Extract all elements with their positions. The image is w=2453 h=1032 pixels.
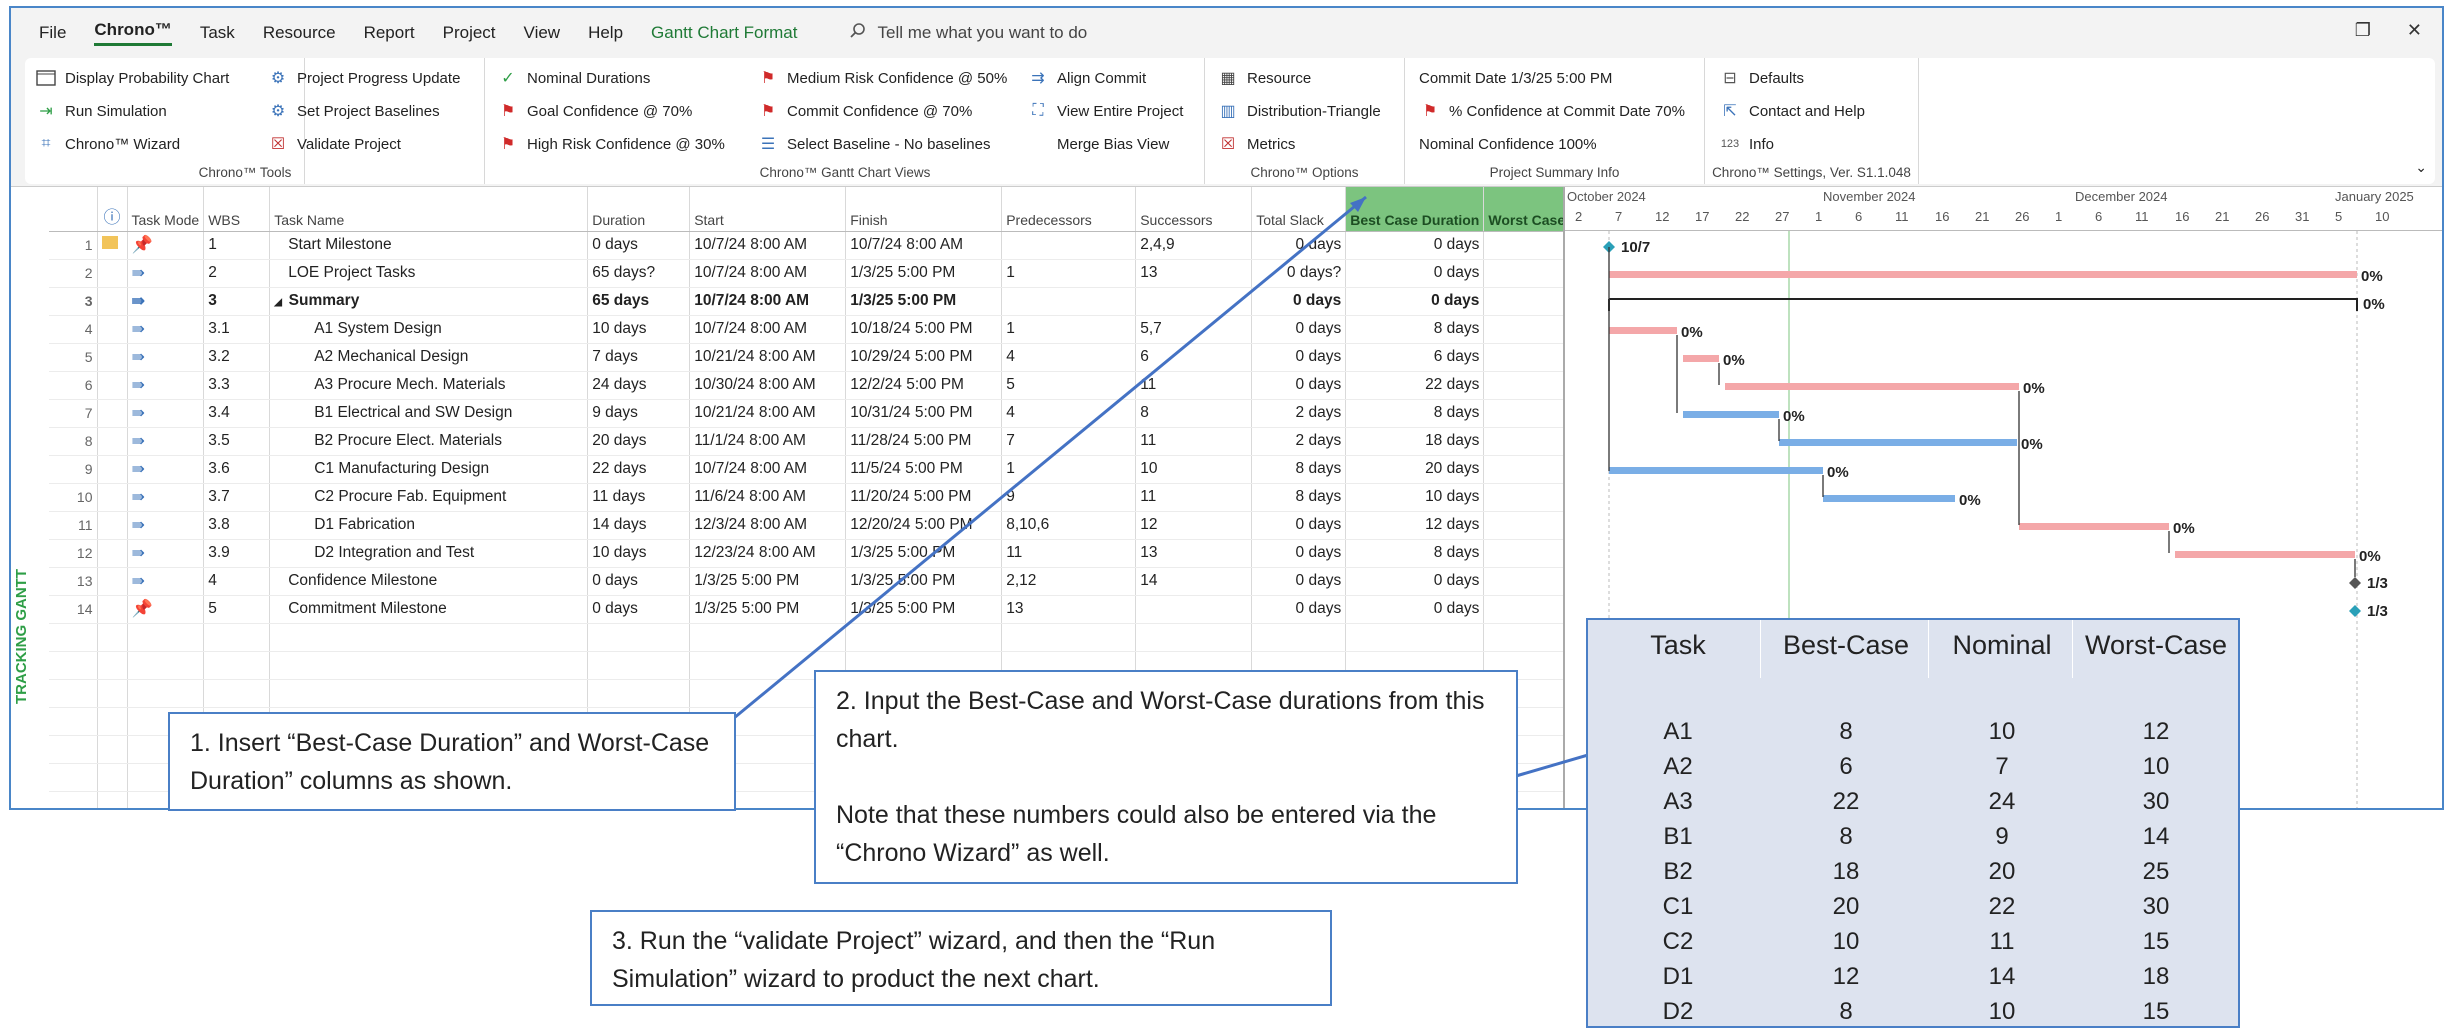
duration-table-cell: 10 xyxy=(1988,718,2016,745)
table-header-nominal: Nominal xyxy=(1952,630,2052,660)
duration-table-cell: 8 xyxy=(1839,998,1853,1025)
table-header-best-case: Best-Case xyxy=(1782,630,1910,660)
arrow-to-columns xyxy=(733,195,1367,720)
duration-table-cell: 10 xyxy=(2142,753,2170,780)
duration-table-cell: 8 xyxy=(1839,718,1853,745)
duration-table-cell: 9 xyxy=(1995,823,2009,850)
duration-table-cell: 11 xyxy=(1989,928,2015,955)
duration-table-cell: 20 xyxy=(1988,858,2016,885)
duration-table-cell: 8 xyxy=(1839,823,1853,850)
duration-table-cell: A2 xyxy=(1663,753,1693,780)
duration-table-cell: 30 xyxy=(2142,893,2170,920)
duration-table: Task Best-Case Nominal Worst-Case A1 8 10 1… xyxy=(1586,618,2240,1028)
callout-step-1: 1. Insert “Best-Case Duration” and Worst… xyxy=(168,712,736,811)
duration-table-cell: 22 xyxy=(1832,788,1860,815)
duration-table-cell: 10 xyxy=(1832,928,1860,955)
callout-step-3: 3. Run the “validate Project” wizard, an… xyxy=(590,910,1332,1006)
duration-table-cell: 14 xyxy=(1988,963,2016,990)
duration-table-cell: C1 xyxy=(1662,893,1694,920)
table-header-worst-case: Worst-Case xyxy=(2084,630,2228,660)
duration-table-cell: 30 xyxy=(2142,788,2170,815)
duration-table-cell: 14 xyxy=(2142,823,2170,850)
duration-table-cell: 15 xyxy=(2142,928,2170,955)
duration-table-cell: 25 xyxy=(2142,858,2170,885)
duration-table-cell: A1 xyxy=(1663,718,1693,745)
table-divider xyxy=(1760,620,1761,678)
duration-table-cell: 18 xyxy=(1832,858,1860,885)
duration-table-cell: 6 xyxy=(1839,753,1853,780)
duration-table-cell: A3 xyxy=(1663,788,1693,815)
duration-table-cell: 7 xyxy=(1995,753,2009,780)
duration-table-cell: 12 xyxy=(1832,963,1860,990)
table-divider xyxy=(2072,620,2073,678)
duration-table-cell: 22 xyxy=(1988,893,2016,920)
duration-table-cell: D2 xyxy=(1662,998,1694,1025)
table-divider xyxy=(1928,620,1929,678)
duration-table-cell: D1 xyxy=(1662,963,1694,990)
callout-step-2: 2. Input the Best-Case and Worst-Case du… xyxy=(814,670,1518,884)
duration-table-cell: 20 xyxy=(1832,893,1860,920)
duration-table-cell: 24 xyxy=(1988,788,2016,815)
duration-table-cell: C2 xyxy=(1662,928,1694,955)
duration-table-cell: B2 xyxy=(1663,858,1693,885)
duration-table-cell: 10 xyxy=(1988,998,2016,1025)
table-header-task: Task xyxy=(1650,630,1706,660)
duration-table-cell: 12 xyxy=(2142,718,2170,745)
duration-table-cell: 15 xyxy=(2142,998,2170,1025)
duration-table-cell: B1 xyxy=(1663,823,1693,850)
duration-table-cell: 18 xyxy=(2142,963,2170,990)
